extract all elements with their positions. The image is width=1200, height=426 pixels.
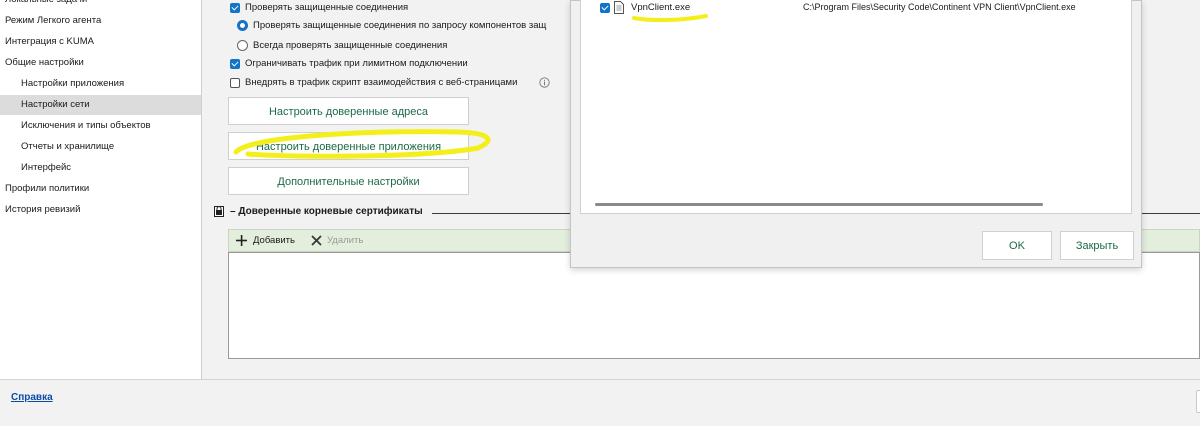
radio-always-check-label: Всегда проверять защищенные соединения [253,40,448,51]
certificates-list[interactable] [228,252,1200,359]
advanced-settings-button[interactable]: Дополнительные настройки [228,167,469,195]
sidebar-item-policy-profiles[interactable]: Профили политики [0,179,201,199]
sidebar: Локальные задачи Режим Легкого агента Ин… [0,0,202,379]
sidebar-item-reports-storage[interactable]: Отчеты и хранилище [0,137,201,157]
horizontal-scrollbar[interactable] [595,203,1043,206]
sidebar-item-network-settings[interactable]: Настройки сети [0,95,201,115]
highlighter-underline [632,14,708,23]
limit-traffic-label: Ограничивать трафик при лимитном подключ… [245,58,468,69]
add-certificate-button[interactable]: Добавить [253,235,295,246]
help-link[interactable]: Справка [11,392,53,403]
ok-button[interactable]: OK [982,231,1052,260]
sidebar-item-revision-history[interactable]: История ревизий [0,200,201,220]
sidebar-item-app-settings[interactable]: Настройки приложения [0,74,201,94]
radio-check-on-request[interactable] [237,20,248,31]
check-secure-connections-label: Проверять защищенные соединения [245,2,409,13]
inject-script-label: Внедрять в трафик скрипт взаимодействия … [245,77,518,88]
file-icon [614,1,624,14]
highlighter-mark [233,129,491,159]
sidebar-item-light-agent[interactable]: Режим Легкого агента [0,11,201,31]
sidebar-item-exclusions[interactable]: Исключения и типы объектов [0,116,201,136]
footer-bar [0,379,1200,426]
trusted-apps-list[interactable] [580,0,1132,214]
check-secure-connections-checkbox[interactable] [230,3,240,13]
close-button[interactable]: Закрыть [1060,231,1134,260]
footer-button-partial[interactable] [1196,390,1200,413]
sidebar-item-general-settings[interactable]: Общие настройки [0,53,201,73]
lock-icon[interactable] [214,206,224,217]
sidebar-item-interface[interactable]: Интерфейс [0,158,201,178]
trusted-addresses-button[interactable]: Настроить доверенные адреса [228,97,469,125]
plus-icon[interactable] [236,235,247,246]
sidebar-item-local-tasks[interactable]: Локальные задачи [0,0,201,10]
vpnclient-app-path: C:\Program Files\Security Code\Continent… [803,2,1076,12]
delete-certificate-button: Удалить [327,235,364,246]
limit-traffic-checkbox[interactable] [230,59,240,69]
info-icon[interactable] [539,77,550,88]
inject-script-checkbox[interactable] [230,78,240,88]
vpnclient-row-checkbox[interactable] [600,3,610,13]
radio-always-check[interactable] [237,40,248,51]
sidebar-item-kuma-integration[interactable]: Интеграция с KUMA [0,32,201,52]
certificates-section-title: – Доверенные корневые сертификаты [230,206,423,217]
radio-check-on-request-label: Проверять защищенные соединения по запро… [253,20,547,31]
delete-icon [311,235,322,246]
